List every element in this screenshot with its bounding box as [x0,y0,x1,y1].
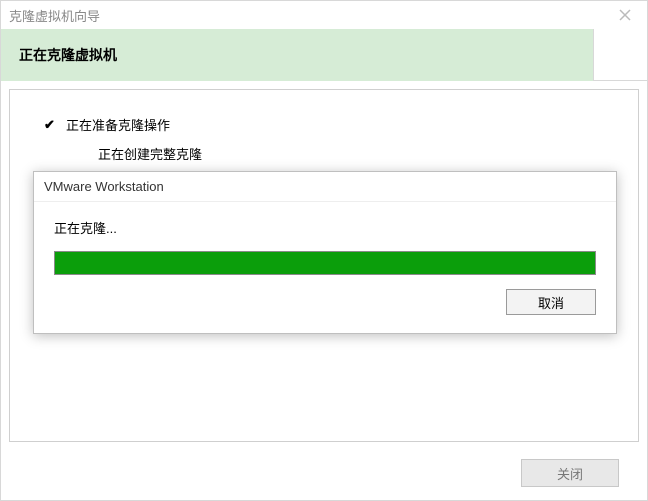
cancel-button[interactable]: 取消 [506,289,596,315]
wizard-title: 克隆虚拟机向导 [9,6,100,25]
progress-bar-fill [55,252,595,274]
wizard-header-title: 正在克隆虚拟机 [19,45,117,65]
close-button[interactable]: 关闭 [521,459,619,487]
clone-wizard-window: 克隆虚拟机向导 正在克隆虚拟机 ✔ 正在准备克隆操作 正在创建完整克隆 关闭 V… [0,0,648,501]
cancel-button-label: 取消 [538,293,564,312]
wizard-titlebar: 克隆虚拟机向导 [1,1,647,29]
close-button-label: 关闭 [557,464,583,483]
clone-step-prepare: ✔ 正在准备克隆操作 [40,110,608,139]
progress-dialog-titlebar: VMware Workstation [34,172,616,202]
clone-step-create-full: 正在创建完整克隆 [40,139,608,168]
progress-dialog: VMware Workstation 正在克隆... 取消 [33,171,617,334]
wizard-close-button[interactable] [603,1,647,29]
wizard-header-logo-box [593,29,647,81]
progress-bar [54,251,596,275]
progress-dialog-body: 正在克隆... 取消 [34,202,616,333]
checkmark-icon: ✔ [44,117,62,133]
progress-label: 正在克隆... [54,218,596,237]
close-icon [619,9,631,21]
progress-dialog-title: VMware Workstation [44,179,164,194]
wizard-footer: 关闭 [1,446,647,500]
step-label: 正在准备克隆操作 [66,115,170,134]
wizard-header: 正在克隆虚拟机 [1,29,647,81]
step-label: 正在创建完整克隆 [98,144,202,163]
progress-dialog-buttons: 取消 [54,289,596,315]
